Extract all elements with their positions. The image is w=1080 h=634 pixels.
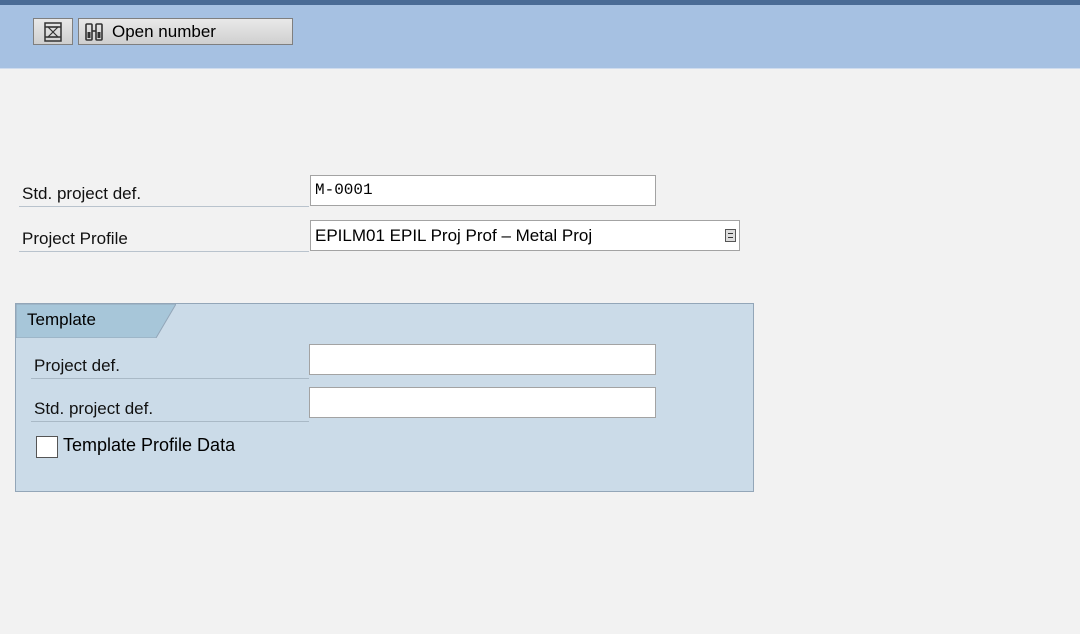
project-profile-value: EPILM01 EPIL Proj Prof – Metal Proj bbox=[315, 226, 593, 245]
open-number-label: Open number bbox=[112, 21, 216, 41]
project-def-label: Project def. bbox=[31, 349, 309, 379]
project-profile-label: Project Profile bbox=[19, 222, 309, 252]
template-group-tab: Template bbox=[16, 304, 176, 338]
template-std-project-def-field[interactable] bbox=[309, 387, 656, 418]
project-def-field[interactable] bbox=[309, 344, 656, 375]
std-project-def-label: Std. project def. bbox=[19, 177, 309, 207]
binoculars-icon bbox=[85, 22, 103, 41]
std-project-def-field[interactable]: M-0001 bbox=[310, 175, 656, 206]
template-profile-data-checkbox[interactable] bbox=[36, 436, 58, 458]
template-group: Template Project def. Std. project def. … bbox=[15, 303, 754, 492]
project-profile-dropdown[interactable]: EPILM01 EPIL Proj Prof – Metal Proj bbox=[310, 220, 740, 251]
application-toolbar: Open number bbox=[0, 5, 1080, 69]
toolbar-icon-button[interactable] bbox=[33, 18, 73, 45]
hourglass-icon bbox=[44, 21, 62, 42]
template-group-title: Template bbox=[27, 310, 96, 329]
template-std-project-def-label: Std. project def. bbox=[31, 392, 309, 422]
open-number-button[interactable]: Open number bbox=[78, 18, 293, 45]
template-profile-data-label[interactable]: Template Profile Data bbox=[63, 435, 235, 456]
value-help-icon[interactable] bbox=[725, 229, 736, 242]
